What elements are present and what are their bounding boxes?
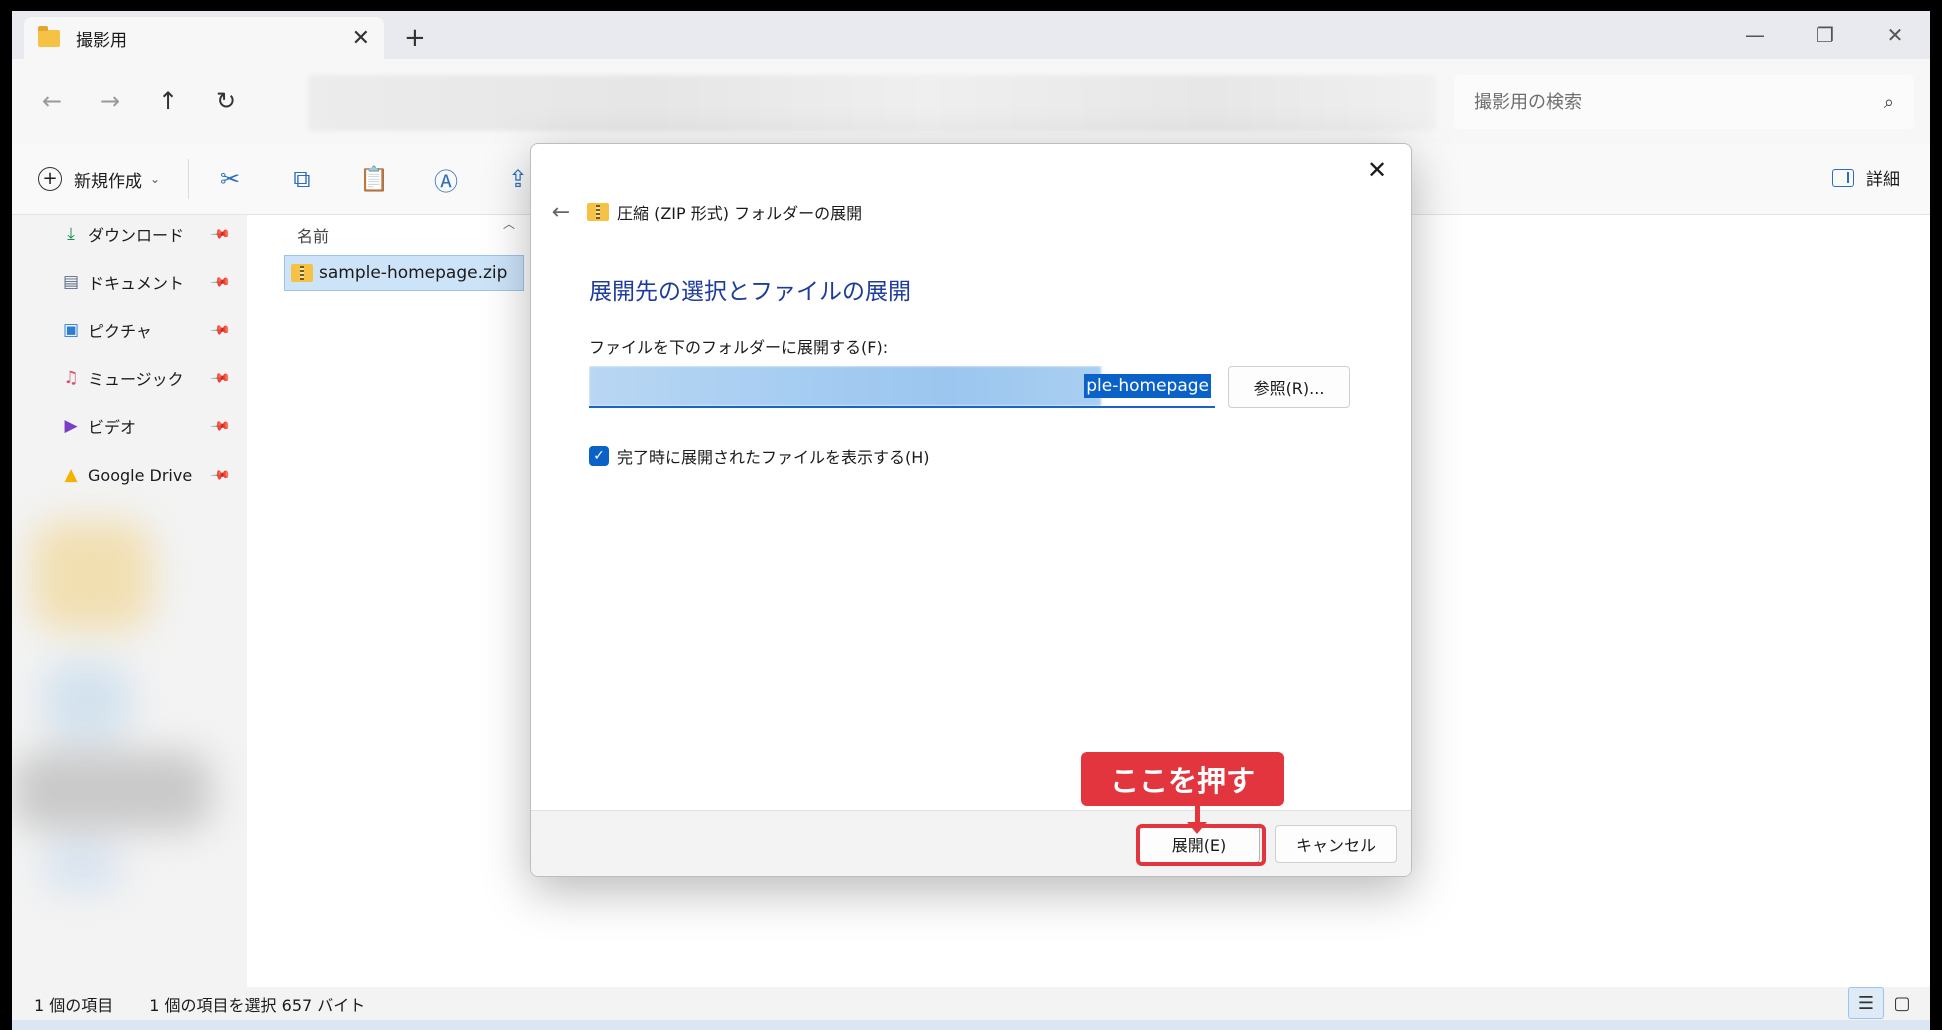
navigation-bar: ← → ↑ ↻ ⌕ — [12, 59, 1930, 143]
view-toggle: ☰ ▢ — [1848, 987, 1920, 1019]
sidebar-item-label: ピクチャ — [88, 322, 152, 341]
sidebar-item-documents[interactable]: ▤ ドキュメント 📌 — [60, 265, 232, 299]
show-files-option[interactable]: ✓ 完了時に展開されたファイルを表示する(H) — [589, 444, 930, 468]
zip-folder-icon — [291, 264, 313, 282]
navigation-pane: ⤓ ダウンロード 📌 ▤ ドキュメント 📌 ▣ ピクチャ 📌 ♫ ミュージック … — [12, 215, 231, 987]
pictures-icon: ▣ — [62, 320, 80, 340]
pin-icon[interactable]: 📌 — [209, 464, 231, 486]
toolbar-divider — [188, 159, 189, 199]
details-view-icon[interactable]: ☰ — [1848, 987, 1884, 1019]
desktop-strip — [12, 1020, 1930, 1030]
copy-icon[interactable]: ⧉ — [284, 161, 320, 197]
document-icon: ▤ — [62, 272, 80, 292]
sidebar-item-label: Google Drive — [88, 465, 193, 485]
cancel-button[interactable]: キャンセル — [1275, 825, 1397, 863]
window-controls: — ❐ ✕ — [1720, 11, 1930, 59]
details-pane-icon — [1832, 168, 1854, 187]
show-files-label: 完了時に展開されたファイルを表示する(H) — [617, 448, 930, 467]
annotation-callout: ここを押す — [1081, 752, 1284, 806]
new-item-button[interactable]: + 新規作成 ⌄ — [38, 163, 160, 195]
dialog-caption-text: 圧縮 (ZIP 形式) フォルダーの展開 — [617, 204, 863, 223]
tab-close-icon[interactable]: ✕ — [352, 26, 370, 51]
destination-path-input[interactable]: ple-homepage — [589, 366, 1215, 408]
dialog-heading: 展開先の選択とファイルの展開 — [589, 279, 911, 305]
selected-path-text: ple-homepage — [1084, 374, 1211, 398]
tab-current[interactable]: 撮影用 ✕ — [24, 17, 384, 59]
column-header-name[interactable]: 名前 — [297, 223, 329, 247]
large-icons-view-icon[interactable]: ▢ — [1884, 987, 1920, 1019]
sidebar-item-label: ビデオ — [88, 418, 137, 437]
details-label: 詳細 — [1866, 170, 1900, 190]
close-window-button[interactable]: ✕ — [1860, 11, 1930, 59]
dialog-footer: 展開(E) キャンセル — [531, 810, 1411, 876]
status-selection: 1 個の項目を選択 657 バイト — [149, 995, 366, 1015]
sidebar-item-label: ダウンロード — [88, 226, 185, 245]
tab-title: 撮影用 — [76, 30, 127, 51]
zip-folder-icon — [587, 203, 609, 221]
sidebar-item-pictures[interactable]: ▣ ピクチャ 📌 — [60, 313, 232, 347]
plus-icon: + — [38, 167, 62, 191]
music-icon: ♫ — [63, 368, 79, 388]
minimize-button[interactable]: — — [1720, 11, 1790, 59]
checkbox-checked-icon[interactable]: ✓ — [589, 446, 609, 466]
new-tab-button[interactable]: + — [404, 23, 426, 53]
sidebar-item-google-drive[interactable]: ▲ Google Drive 📌 — [60, 458, 232, 492]
pin-icon[interactable]: 📌 — [209, 367, 231, 389]
destination-label: ファイルを下のフォルダーに展開する(F): — [589, 338, 889, 357]
forward-button[interactable]: → — [88, 79, 132, 123]
annotation-highlight-box — [1136, 824, 1266, 866]
dialog-caption: 圧縮 (ZIP 形式) フォルダーの展開 — [587, 200, 862, 224]
download-icon: ⤓ — [67, 224, 75, 244]
refresh-button[interactable]: ↻ — [204, 79, 248, 123]
blurred-sidebar-region — [12, 511, 222, 911]
sidebar-item-videos[interactable]: ▶ ビデオ 📌 — [60, 409, 232, 443]
new-item-label: 新規作成 — [74, 171, 142, 192]
folder-icon — [38, 25, 60, 47]
dialog-back-icon[interactable]: ← — [543, 194, 579, 230]
search-icon[interactable]: ⌕ — [1884, 92, 1894, 113]
rename-icon[interactable]: Ⓐ — [428, 161, 464, 197]
back-button[interactable]: ← — [30, 79, 74, 123]
status-bar: 1 個の項目 1 個の項目を選択 657 バイト ☰ ▢ — [12, 987, 1930, 1020]
dialog-close-icon[interactable]: ✕ — [1357, 150, 1397, 190]
maximize-button[interactable]: ❐ — [1790, 11, 1860, 59]
status-item-count: 1 個の項目 — [34, 995, 114, 1015]
video-icon: ▶ — [64, 416, 78, 436]
pin-icon[interactable]: 📌 — [209, 319, 231, 341]
file-name: sample-homepage.zip — [319, 263, 508, 283]
file-row[interactable]: sample-homepage.zip — [284, 255, 524, 291]
browse-button[interactable]: 参照(R)... — [1228, 366, 1350, 408]
search-input[interactable] — [1474, 91, 1884, 113]
blurred-path-text — [589, 366, 1101, 406]
pin-icon[interactable]: 📌 — [209, 271, 231, 293]
sidebar-item-music[interactable]: ♫ ミュージック 📌 — [60, 361, 232, 395]
pin-icon[interactable]: 📌 — [209, 415, 231, 437]
details-button[interactable]: 詳細 — [1832, 165, 1900, 190]
cut-icon[interactable]: ✂ — [212, 161, 248, 197]
pin-icon[interactable]: 📌 — [209, 223, 231, 245]
sidebar-item-label: ミュージック — [88, 370, 184, 389]
search-box[interactable]: ⌕ — [1454, 75, 1914, 129]
google-drive-icon: ▲ — [64, 465, 78, 485]
up-button[interactable]: ↑ — [146, 79, 190, 123]
chevron-down-icon: ⌄ — [150, 172, 161, 186]
paste-icon[interactable]: 📋 — [356, 161, 392, 197]
address-bar-blurred[interactable] — [308, 75, 1436, 131]
sort-ascending-icon: ︿ — [503, 217, 516, 231]
title-bar: 撮影用 ✕ + — ❐ ✕ — [12, 11, 1930, 59]
sidebar-item-downloads[interactable]: ⤓ ダウンロード 📌 — [60, 217, 232, 251]
sidebar-item-label: ドキュメント — [88, 274, 185, 293]
